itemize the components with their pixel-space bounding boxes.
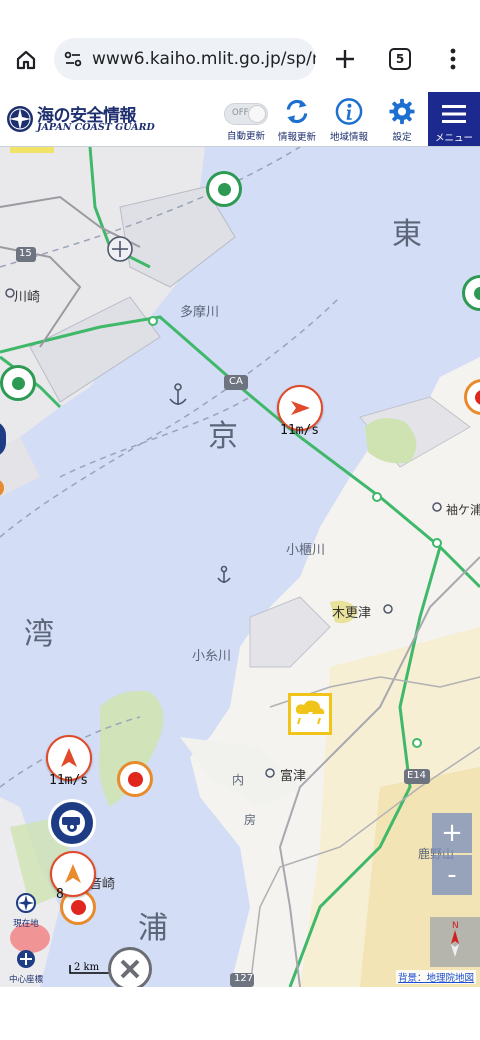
label-route-15: 15 xyxy=(19,248,32,259)
url-text: www6.kaiho.mlit.go.jp/sp/m xyxy=(92,49,316,69)
tab-switcher-button[interactable]: 5 xyxy=(382,42,418,76)
zoom-in-button[interactable]: + xyxy=(432,813,472,853)
current-location-button[interactable]: 現在地 xyxy=(4,891,48,929)
marker-dot-icon xyxy=(70,899,86,915)
refresh-label: 情報更新 xyxy=(277,132,316,143)
label-futtsu: 富津 xyxy=(280,769,307,784)
label-kawasaki: 川崎 xyxy=(14,290,41,305)
marker-dot-icon xyxy=(127,771,143,787)
camera-icon xyxy=(59,810,85,836)
observation-point-marker[interactable] xyxy=(206,171,242,207)
area-info-label: 地域情報 xyxy=(329,132,368,143)
camera-marker[interactable] xyxy=(48,799,96,847)
zoom-in-label: + xyxy=(441,818,463,848)
center-coords-label: 中心座標 xyxy=(8,975,43,985)
info-icon xyxy=(335,98,363,125)
label-tamagawa: 多摩川 xyxy=(180,305,220,320)
refresh-icon xyxy=(286,99,308,124)
wind-speed-label: 11m/s xyxy=(280,423,320,438)
browser-menu-button[interactable] xyxy=(438,40,468,78)
north-arrow-icon: N xyxy=(451,921,459,957)
label-route-127: 127 xyxy=(234,973,254,984)
hamburger-icon xyxy=(442,105,466,123)
label-obitsugawa: 小櫃川 xyxy=(286,543,326,558)
logo-subtitle: JAPAN COAST GUARD xyxy=(37,122,155,133)
auto-update-label: 自動更新 xyxy=(226,131,265,142)
label-uchi: 内 xyxy=(232,773,245,787)
current-location-label: 現在地 xyxy=(13,919,39,929)
locate-icon xyxy=(16,893,36,913)
browser-toolbar: www6.kaiho.mlit.go.jp/sp/m 5 xyxy=(0,30,480,88)
label-sodegaura: 袖ケ浦 xyxy=(446,503,480,517)
toggle-knob xyxy=(248,105,266,123)
thunderstorm-icon xyxy=(295,700,325,728)
settings-label: 設定 xyxy=(392,132,412,143)
lighthouse-marker[interactable] xyxy=(117,761,153,797)
north-compass[interactable]: N xyxy=(430,917,480,967)
label-route-ca: CA xyxy=(229,376,243,387)
more-vert-icon xyxy=(450,48,456,70)
label-kisarazu: 木更津 xyxy=(332,606,372,621)
home-icon xyxy=(16,50,36,70)
gear-icon xyxy=(389,98,415,125)
marker-dot-icon xyxy=(217,182,231,196)
home-button[interactable] xyxy=(6,40,46,80)
map-credit-link[interactable]: 背景：地理院地図 xyxy=(395,970,476,984)
closed-marker[interactable] xyxy=(108,947,152,987)
toggle-state: OFF xyxy=(232,108,249,118)
tab-count: 5 xyxy=(389,48,411,70)
site-info-icon[interactable] xyxy=(54,38,92,80)
weather-warning-marker[interactable] xyxy=(288,693,332,735)
wind-speed-label: 8 xyxy=(56,887,64,902)
toggle-switch[interactable]: OFF xyxy=(224,103,268,125)
wind-direction-icon xyxy=(65,864,81,883)
auto-update-toggle[interactable]: OFF 自動更新 xyxy=(222,97,270,143)
wind-direction-icon xyxy=(61,748,77,767)
settings-button[interactable]: 設定 xyxy=(380,97,424,143)
area-info-button[interactable]: 地域情報 xyxy=(326,97,372,143)
label-ura: 浦 xyxy=(138,911,168,946)
address-bar[interactable]: www6.kaiho.mlit.go.jp/sp/m xyxy=(54,38,316,80)
jcg-logo[interactable]: 海の安全情報 JAPAN COAST GUARD xyxy=(4,101,155,137)
wind-direction-icon xyxy=(291,401,310,415)
marker-dot-icon xyxy=(474,389,480,405)
center-coords-button[interactable]: 中心座標 xyxy=(4,947,48,985)
svg-text:N: N xyxy=(452,921,459,931)
compass-rose-icon xyxy=(7,106,33,132)
map-view[interactable]: 東 京 湾 浦 多摩川 小櫃川 小糸川 川崎 木更津 富津 観音崎 袖ケ浦 CA… xyxy=(0,147,480,987)
label-route-e14: E14 xyxy=(407,770,427,781)
label-bay: 湾 xyxy=(24,617,54,652)
crosshair-icon xyxy=(17,950,35,968)
label-koitogawa: 小糸川 xyxy=(192,649,232,664)
label-tokyo-1: 東 xyxy=(392,217,422,252)
menu-label: メニュー xyxy=(434,133,473,144)
close-icon xyxy=(120,959,140,979)
marker-dot-icon xyxy=(473,286,480,300)
new-tab-button[interactable] xyxy=(326,40,364,78)
marker-dot-icon xyxy=(11,376,25,390)
wind-speed-label: 11m/s xyxy=(49,773,89,788)
label-bo: 房 xyxy=(244,813,257,827)
app-header: 海の安全情報 JAPAN COAST GUARD OFF 自動更新 情報更新 地… xyxy=(0,91,480,147)
status-bar xyxy=(0,0,480,30)
map-scale: 2 km xyxy=(74,962,100,973)
label-tokyo-2: 京 xyxy=(208,419,238,454)
zoom-out-button[interactable]: - xyxy=(432,855,472,895)
refresh-button[interactable]: 情報更新 xyxy=(274,97,320,143)
observation-point-marker[interactable] xyxy=(0,365,36,401)
plus-icon xyxy=(336,50,354,68)
zoom-out-label: - xyxy=(447,860,457,890)
menu-button[interactable]: メニュー xyxy=(428,92,480,146)
